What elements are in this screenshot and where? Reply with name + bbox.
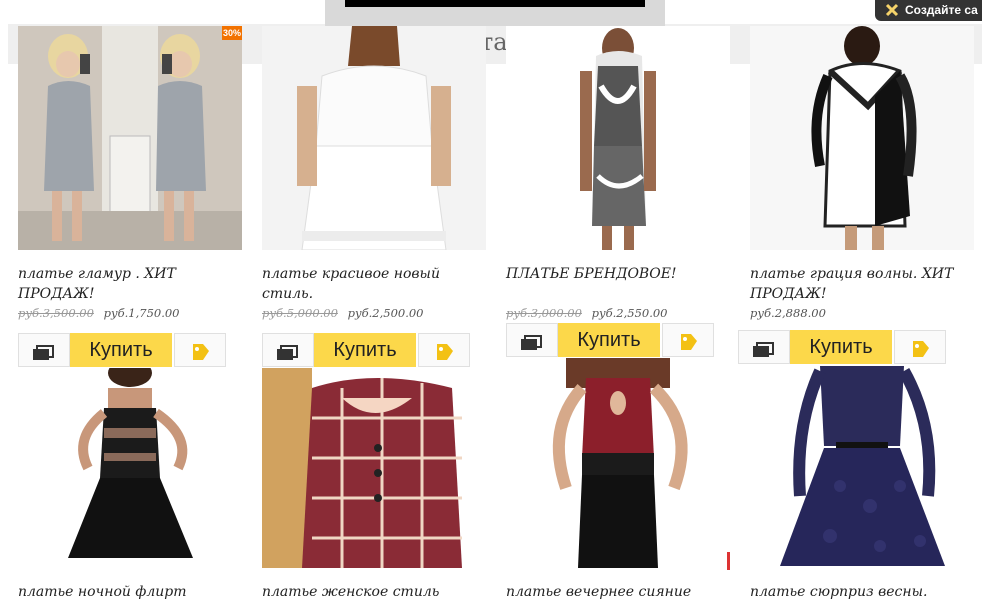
favorite-button[interactable] [174, 333, 226, 367]
create-site-button[interactable]: Создайте са [875, 0, 982, 21]
favorite-tag-icon [681, 334, 697, 350]
compare-button[interactable] [18, 333, 70, 367]
product-image[interactable] [750, 26, 974, 250]
price-line: руб.3,000.00 руб.2,550.00 [506, 306, 668, 320]
compare-icon [521, 335, 542, 350]
create-site-label: Создайте са [905, 3, 978, 17]
favorite-tag-icon [913, 341, 929, 357]
product-image[interactable] [750, 366, 974, 568]
favorite-button[interactable] [894, 330, 946, 364]
compare-button[interactable] [506, 323, 558, 357]
product-name[interactable]: платье ночной флирт [18, 582, 242, 602]
current-price: руб.1,750.00 [103, 306, 180, 320]
product-name[interactable]: платье красивое новый стиль. [262, 264, 486, 304]
current-price: руб.2,888.00 [750, 306, 826, 320]
compare-icon [33, 345, 54, 360]
buy-bar: Купить [18, 333, 228, 369]
old-price: руб.5,000.00 [262, 306, 338, 320]
compare-icon [277, 345, 298, 360]
favorite-tag-icon [193, 344, 209, 360]
product-name[interactable]: платье вечернее сияние [506, 582, 730, 602]
product-image[interactable] [506, 358, 730, 568]
product-image[interactable] [506, 26, 730, 250]
current-price: руб.2,500.00 [347, 306, 424, 320]
buy-button[interactable]: Купить [790, 330, 892, 364]
current-price: руб.2,550.00 [591, 306, 668, 320]
compare-icon [753, 342, 774, 357]
product-name[interactable]: платье грация волны. ХИТ ПРОДАЖ! [750, 264, 974, 304]
buy-bar: Купить [262, 333, 472, 369]
product-image[interactable] [262, 368, 486, 568]
price-line: руб.5,000.00 руб.2,500.00 [262, 306, 424, 320]
product-image[interactable] [262, 26, 486, 250]
old-price: руб.3,500.00 [18, 306, 94, 320]
buy-button[interactable]: Купить [70, 333, 172, 367]
product-image[interactable] [18, 368, 242, 568]
old-price: руб.3,000.00 [506, 306, 582, 320]
product-name[interactable]: платье женское стиль [262, 582, 486, 602]
favorite-tag-icon [437, 344, 453, 360]
buy-bar: Купить [738, 330, 950, 366]
price-line: руб.2,888.00 [750, 306, 826, 320]
product-name[interactable]: платье сюрприз весны. [750, 582, 974, 602]
compare-button[interactable] [738, 330, 790, 364]
buy-button[interactable]: Купить [314, 333, 416, 367]
scroll-marker [727, 552, 730, 570]
compare-button[interactable] [262, 333, 314, 367]
buy-bar: Купить [506, 323, 716, 359]
buy-button[interactable]: Купить [558, 323, 660, 357]
product-name[interactable]: ПЛАТЬЕ БРЕНДОВОЕ! [506, 264, 730, 284]
product-image[interactable] [18, 26, 242, 250]
discount-badge: 30% [222, 26, 242, 40]
price-line: руб.3,500.00 руб.1,750.00 [18, 306, 180, 320]
favorite-button[interactable] [418, 333, 470, 367]
header-black-strip [345, 0, 645, 7]
product-name[interactable]: платье гламур . ХИТ ПРОДАЖ! [18, 264, 242, 304]
close-icon [885, 3, 899, 17]
favorite-button[interactable] [662, 323, 714, 357]
